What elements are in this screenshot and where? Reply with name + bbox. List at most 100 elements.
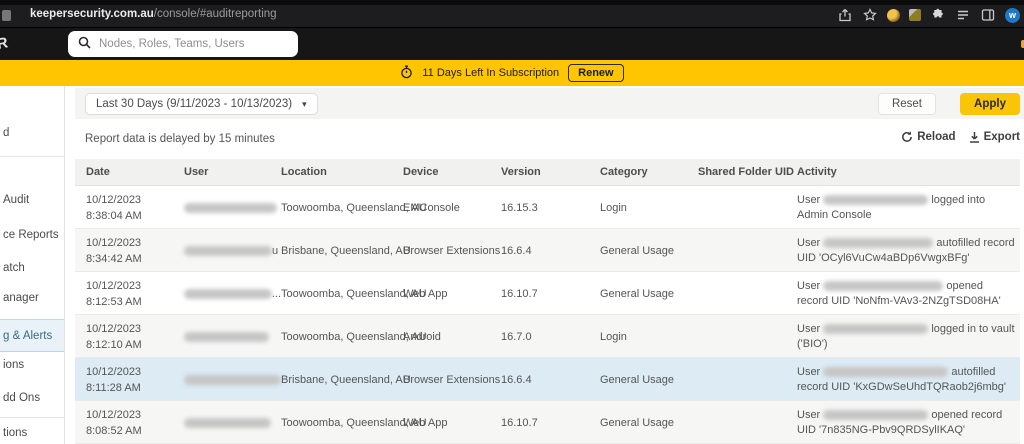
table-row[interactable]: 10/12/20238:34:42 AMuBrisbane, Queenslan… — [75, 229, 1020, 272]
column-header: Device — [403, 166, 438, 178]
redacted-text-blur — [184, 375, 281, 385]
export-button[interactable]: Export — [969, 131, 1020, 143]
redacted-text-blur — [823, 238, 933, 248]
column-header: Location — [281, 166, 327, 178]
version-cell: 16.7.0 — [501, 315, 532, 358]
date-range-label: Last 30 Days (9/11/2023 - 10/13/2023) — [96, 98, 292, 110]
chevron-down-icon: ▾ — [302, 99, 307, 110]
sidebar-item[interactable]: Audit — [3, 194, 29, 206]
redacted-text-blur — [823, 281, 943, 291]
audit-report-content: Last 30 Days (9/11/2023 - 10/13/2023) ▾ … — [66, 86, 1024, 444]
filter-bar: Last 30 Days (9/11/2023 - 10/13/2023) ▾ … — [75, 88, 1024, 119]
reload-label: Reload — [917, 131, 955, 143]
reload-button[interactable]: Reload — [901, 131, 955, 143]
activity-cell: User logged into Admin Console — [797, 186, 1015, 222]
redacted-text-blur — [184, 203, 277, 213]
user-cell — [184, 186, 281, 229]
sidebar-item[interactable]: d — [3, 127, 9, 139]
extensions-puzzle-icon[interactable] — [930, 7, 946, 23]
user-cell: ... — [184, 272, 281, 315]
redacted-text-blur — [184, 418, 271, 428]
side-panel-icon[interactable] — [980, 7, 996, 23]
sidebar-divider — [0, 417, 65, 418]
sidebar-item[interactable]: ce Reports — [3, 229, 59, 241]
table-actions: Reload Export — [901, 131, 1020, 143]
activity-cell: User opened record UID '7n835NG-Pbv9QRDS… — [797, 401, 1015, 437]
table-row[interactable]: 10/12/20238:38:04 AMToowoomba, Queenslan… — [75, 186, 1020, 229]
activity-cell: User opened record UID 'NoNfm-VAv3-2NZgT… — [797, 272, 1015, 308]
redacted-text-blur — [823, 324, 928, 334]
user-cell — [184, 358, 281, 401]
column-header: Date — [86, 166, 110, 178]
version-cell: 16.6.4 — [501, 358, 532, 401]
date-cell: 10/12/20238:08:52 AM — [86, 401, 142, 444]
date-cell: 10/12/20238:38:04 AM — [86, 186, 142, 229]
category-cell: Login — [600, 315, 627, 358]
column-header: Shared Folder UID — [698, 166, 794, 178]
sidebar-divider — [0, 156, 65, 157]
redacted-text-blur — [184, 246, 272, 256]
browser-tab-strip — [0, 0, 1024, 5]
search-icon — [78, 36, 91, 52]
admin-console-screen: keepersecurity.com.au/console/#auditrepo… — [0, 0, 1024, 444]
sidebar-item[interactable]: ions — [3, 359, 24, 371]
redacted-text-blur — [823, 367, 948, 377]
user-cell — [184, 401, 281, 444]
audit-table-header: Date UserLocation Device Version Category Sha… — [75, 159, 1020, 186]
bookmark-star-icon[interactable] — [862, 7, 878, 23]
location-cell: Brisbane, Queensland, AU — [281, 358, 411, 401]
reset-button[interactable]: Reset — [878, 93, 936, 115]
search-input[interactable] — [99, 38, 279, 50]
version-cell: 16.15.3 — [501, 186, 538, 229]
device-cell: EMConsole — [403, 186, 460, 229]
column-header: User — [184, 166, 281, 178]
subscription-banner: 11 Days Left In Subscription Renew — [0, 60, 1024, 86]
extension-olive-icon[interactable] — [909, 9, 921, 21]
device-cell: Android — [403, 315, 441, 358]
table-row[interactable]: 10/12/20238:08:52 AMToowoomba, Queenslan… — [75, 401, 1020, 444]
version-cell: 16.10.7 — [501, 401, 538, 444]
device-cell: Browser Extensions — [403, 229, 500, 272]
category-cell: General Usage — [600, 229, 674, 272]
timer-icon — [400, 65, 413, 82]
date-cell: 10/12/20238:12:53 AM — [86, 272, 142, 315]
version-cell: 16.10.7 — [501, 272, 538, 315]
column-header: Activity — [797, 166, 1015, 178]
sidebar-nav: d Audit ce Reports atch anager g & Alerts ions… — [0, 86, 65, 444]
device-cell: Web App — [403, 401, 447, 444]
table-row[interactable]: 10/12/20238:12:10 AMToowoomba, Queenslan… — [75, 315, 1020, 358]
date-cell: 10/12/20238:11:28 AM — [86, 358, 141, 401]
sidebar-item[interactable]: tions — [3, 427, 27, 439]
date-range-dropdown[interactable]: Last 30 Days (9/11/2023 - 10/13/2023) ▾ — [85, 93, 318, 115]
sidebar-item[interactable]: anager — [3, 292, 39, 304]
category-cell: General Usage — [600, 358, 674, 401]
app-header: R — [0, 28, 1024, 60]
table-row[interactable]: 10/12/20238:12:53 AM...Toowoomba, Queens… — [75, 272, 1020, 315]
browser-address-bar: keepersecurity.com.au/console/#auditrepo… — [0, 0, 1024, 28]
extension-gold-icon[interactable] — [887, 9, 900, 22]
keeper-logo-fragment: R — [0, 34, 10, 53]
global-search[interactable] — [68, 31, 298, 57]
share-icon[interactable] — [837, 7, 853, 23]
site-favicon-fragment — [2, 10, 11, 21]
user-cell — [184, 315, 281, 358]
column-header: Category — [600, 166, 648, 178]
category-cell: Login — [600, 186, 627, 229]
user-cell: u — [184, 229, 281, 272]
reading-list-icon[interactable] — [955, 7, 971, 23]
table-row[interactable]: 10/12/20238:11:28 AM Brisbane, Queensland… — [75, 358, 1020, 401]
sidebar-item[interactable]: dd Ons — [3, 392, 40, 404]
renew-button[interactable]: Renew — [568, 64, 623, 82]
apply-button[interactable]: Apply — [960, 93, 1020, 115]
redacted-text-blur — [184, 332, 269, 342]
url-text[interactable]: keepersecurity.com.au/console/#auditrepo… — [30, 8, 277, 20]
date-cell: 10/12/20238:12:10 AM — [86, 315, 142, 358]
activity-cell: User logged in to vault ('BIO') — [797, 315, 1015, 351]
column-header: Version — [501, 166, 541, 178]
audit-table-body: 10/12/20238:38:04 AMToowoomba, Queenslan… — [75, 186, 1020, 444]
sidebar-item[interactable]: atch — [3, 262, 25, 274]
device-cell: Web App — [403, 272, 447, 315]
browser-profile-avatar[interactable]: w — [1005, 8, 1020, 23]
sidebar-item[interactable]: g & Alerts — [0, 319, 65, 352]
redacted-text-blur — [823, 410, 928, 420]
